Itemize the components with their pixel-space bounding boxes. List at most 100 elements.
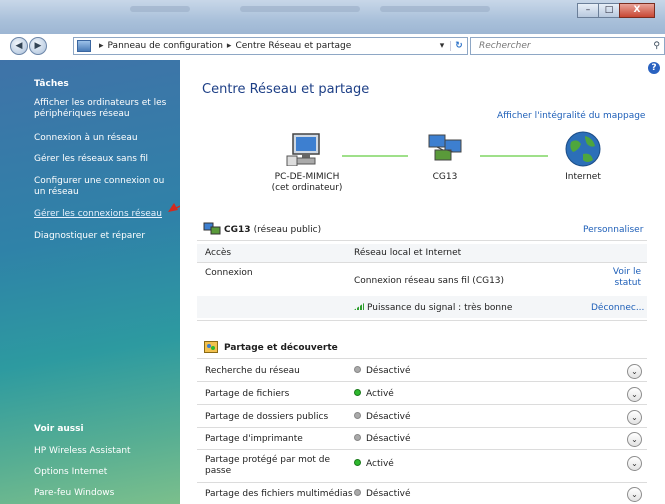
forward-button[interactable]: ▶	[29, 37, 47, 55]
sharing-row-label: Partage de dossiers publics	[205, 412, 329, 422]
see-also-heading: Voir aussi	[34, 424, 84, 434]
sidebar-item-connect[interactable]: Connexion à un réseau	[34, 133, 174, 144]
close-button[interactable]: X	[619, 3, 655, 18]
sharing-icon	[204, 341, 218, 353]
globe-icon[interactable]	[563, 130, 603, 168]
access-label: Accès	[205, 248, 232, 258]
sidebar-item-view-computers[interactable]: Afficher les ordinateurs et les périphér…	[34, 98, 174, 120]
connection-label: Connexion	[205, 268, 253, 278]
status-text: Désactivé	[366, 489, 411, 499]
expand-password-sharing-button[interactable]: ⌄	[627, 456, 642, 471]
divider	[197, 358, 647, 359]
connection-line	[342, 155, 408, 157]
sidebar-item-internet-options[interactable]: Options Internet	[34, 467, 174, 478]
blurred-title	[240, 6, 360, 12]
page-title: Centre Réseau et partage	[202, 82, 370, 97]
window-controls: – □ X	[577, 3, 655, 18]
search-input[interactable]: Rechercher ⚲	[470, 37, 665, 55]
status-off-icon	[354, 434, 361, 441]
divider	[197, 240, 647, 241]
expand-media-sharing-button[interactable]: ⌄	[627, 487, 642, 502]
signal-strength: Puissance du signal : très bonne	[354, 303, 512, 313]
internet-label: Internet	[565, 172, 601, 182]
computer-label: PC-DE-MIMICH (cet ordinateur)	[262, 172, 352, 194]
expand-network-discovery-button[interactable]: ⌄	[627, 364, 642, 379]
network-name-text: CG13	[224, 225, 251, 235]
expand-file-sharing-button[interactable]: ⌄	[627, 387, 642, 402]
help-icon[interactable]: ?	[648, 62, 660, 74]
expand-public-folder-button[interactable]: ⌄	[627, 410, 642, 425]
sharing-row-status: Activé	[354, 459, 394, 469]
status-text: Désactivé	[366, 366, 411, 376]
network-type: (réseau public)	[253, 225, 322, 235]
view-status-link[interactable]: Voir le statut	[605, 267, 641, 289]
address-bar[interactable]: ▸ Panneau de configuration ▸ Centre Rése…	[73, 37, 468, 55]
computer-name: PC-DE-MIMICH	[274, 172, 340, 182]
status-off-icon	[354, 412, 361, 419]
signal-bars-icon	[354, 303, 364, 310]
disconnect-link[interactable]: Déconnec...	[591, 303, 644, 313]
sharing-row-label: Partage de fichiers	[205, 389, 290, 399]
expand-printer-sharing-button[interactable]: ⌄	[627, 432, 642, 447]
sharing-row-status: Désactivé	[354, 434, 411, 444]
status-off-icon	[354, 489, 361, 496]
connection-value: Connexion réseau sans fil (CG13)	[354, 276, 505, 286]
blurred-title	[380, 6, 490, 12]
back-button[interactable]: ◀	[10, 37, 28, 55]
sidebar-item-hp-wireless[interactable]: HP Wireless Assistant	[34, 446, 174, 457]
status-on-icon	[354, 389, 361, 396]
sharing-row-status: Activé	[354, 389, 394, 399]
refresh-icon[interactable]: ↻	[450, 41, 467, 51]
sharing-row-status: Désactivé	[354, 489, 411, 499]
control-panel-icon	[77, 40, 91, 52]
title-bar: – □ X	[0, 0, 665, 34]
customize-link[interactable]: Personnaliser	[583, 225, 643, 235]
divider	[197, 449, 647, 450]
view-full-map-link[interactable]: Afficher l'intégralité du mappage	[497, 111, 645, 121]
tasks-heading: Tâches	[34, 79, 69, 89]
sharing-row-label: Partage protégé par mot de passe	[205, 455, 330, 476]
maximize-button[interactable]: □	[598, 3, 620, 18]
status-text: Désactivé	[366, 434, 411, 444]
connection-line	[480, 155, 548, 157]
access-value: Réseau local et Internet	[354, 248, 462, 258]
divider	[197, 320, 647, 321]
divider	[197, 427, 647, 428]
search-placeholder: Rechercher	[479, 41, 531, 51]
status-text: Activé	[366, 389, 394, 399]
sidebar-item-firewall[interactable]: Pare-feu Windows	[34, 488, 174, 499]
chevron-down-icon[interactable]: ▾	[434, 41, 450, 51]
breadcrumb-control-panel[interactable]: Panneau de configuration	[108, 41, 223, 51]
sharing-row-status: Désactivé	[354, 366, 411, 376]
divider	[197, 262, 647, 263]
status-text: Activé	[366, 459, 394, 469]
minimize-button[interactable]: –	[577, 3, 599, 18]
sidebar: Tâches Afficher les ordinateurs et les p…	[0, 60, 180, 504]
nav-buttons: ◀ ▶	[10, 37, 48, 55]
network-icon[interactable]	[425, 132, 465, 166]
sidebar-item-wireless[interactable]: Gérer les réseaux sans fil	[34, 154, 174, 165]
sidebar-item-manage-connections[interactable]: Gérer les connexions réseau	[34, 209, 174, 220]
network-name: CG13 (réseau public)	[224, 225, 321, 235]
divider	[197, 482, 647, 483]
status-on-icon	[354, 459, 361, 466]
status-text: Désactivé	[366, 412, 411, 422]
divider	[197, 381, 647, 382]
breadcrumb-arrow-icon: ▸	[226, 41, 232, 51]
search-icon[interactable]: ⚲	[653, 41, 660, 51]
sharing-row-label: Partage d'imprimante	[205, 434, 303, 444]
divider	[197, 404, 647, 405]
computer-icon[interactable]	[285, 132, 325, 166]
sharing-row-status: Désactivé	[354, 412, 411, 422]
sidebar-item-diagnose[interactable]: Diagnostiquer et réparer	[34, 231, 174, 242]
breadcrumb-arrow-icon: ▸	[99, 41, 104, 51]
blurred-title	[130, 6, 190, 12]
network-small-icon	[203, 222, 221, 235]
breadcrumb-network-center[interactable]: Centre Réseau et partage	[235, 41, 351, 51]
sidebar-item-setup[interactable]: Configurer une connexion ou un réseau	[34, 176, 174, 198]
sharing-row-label: Recherche du réseau	[205, 366, 300, 376]
sharing-row-label: Partage des fichiers multimédias	[205, 489, 353, 499]
status-off-icon	[354, 366, 361, 373]
computer-sub: (cet ordinateur)	[271, 183, 343, 193]
network-label: CG13	[432, 172, 458, 182]
